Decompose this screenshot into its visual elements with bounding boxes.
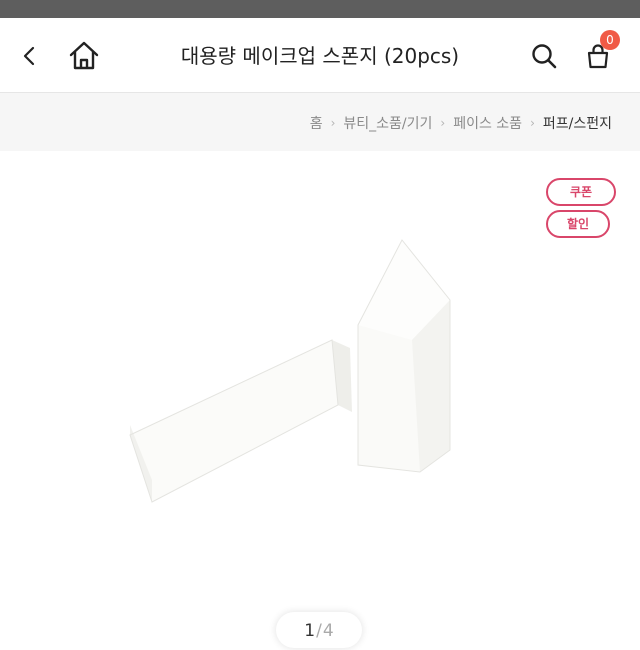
breadcrumb-face-tools[interactable]: 페이스 소품 xyxy=(453,113,522,133)
product-image[interactable] xyxy=(120,230,520,520)
coupon-tag: 쿠폰 xyxy=(546,178,616,206)
back-button[interactable] xyxy=(10,36,50,76)
search-button[interactable] xyxy=(524,36,564,76)
status-bar xyxy=(0,0,640,18)
breadcrumb: 홈 › 뷰티_소품/기기 › 페이스 소품 › 퍼프/스펀지 xyxy=(310,113,612,133)
pager-total: 4 xyxy=(322,621,334,641)
image-pager: 1/4 xyxy=(276,612,362,648)
breadcrumb-bar: 홈 › 뷰티_소품/기기 › 페이스 소품 › 퍼프/스펀지 xyxy=(0,93,640,151)
pager-separator: / xyxy=(316,621,322,641)
pager-current: 1 xyxy=(304,621,316,641)
cart-count-badge: 0 xyxy=(600,30,620,50)
chevron-right-icon: › xyxy=(530,116,535,130)
page-title: 대용량 메이크업 스폰지 (20pcs) xyxy=(180,44,460,68)
chevron-right-icon: › xyxy=(440,116,446,130)
chevron-right-icon: › xyxy=(330,116,336,130)
home-button[interactable] xyxy=(64,36,104,76)
search-icon xyxy=(532,44,557,69)
breadcrumb-home[interactable]: 홈 xyxy=(310,113,323,133)
home-icon xyxy=(69,41,99,70)
chevron-left-icon xyxy=(23,46,35,66)
sale-tag: 할인 xyxy=(546,210,610,238)
breadcrumb-beauty-tools[interactable]: 뷰티_소품/기기 xyxy=(343,113,432,133)
cart-button[interactable]: 0 xyxy=(578,30,620,76)
breadcrumb-puff-sponge: 퍼프/스펀지 xyxy=(542,116,612,132)
app-header: 대용량 메이크업 스폰지 (20pcs) 0 xyxy=(0,18,640,93)
